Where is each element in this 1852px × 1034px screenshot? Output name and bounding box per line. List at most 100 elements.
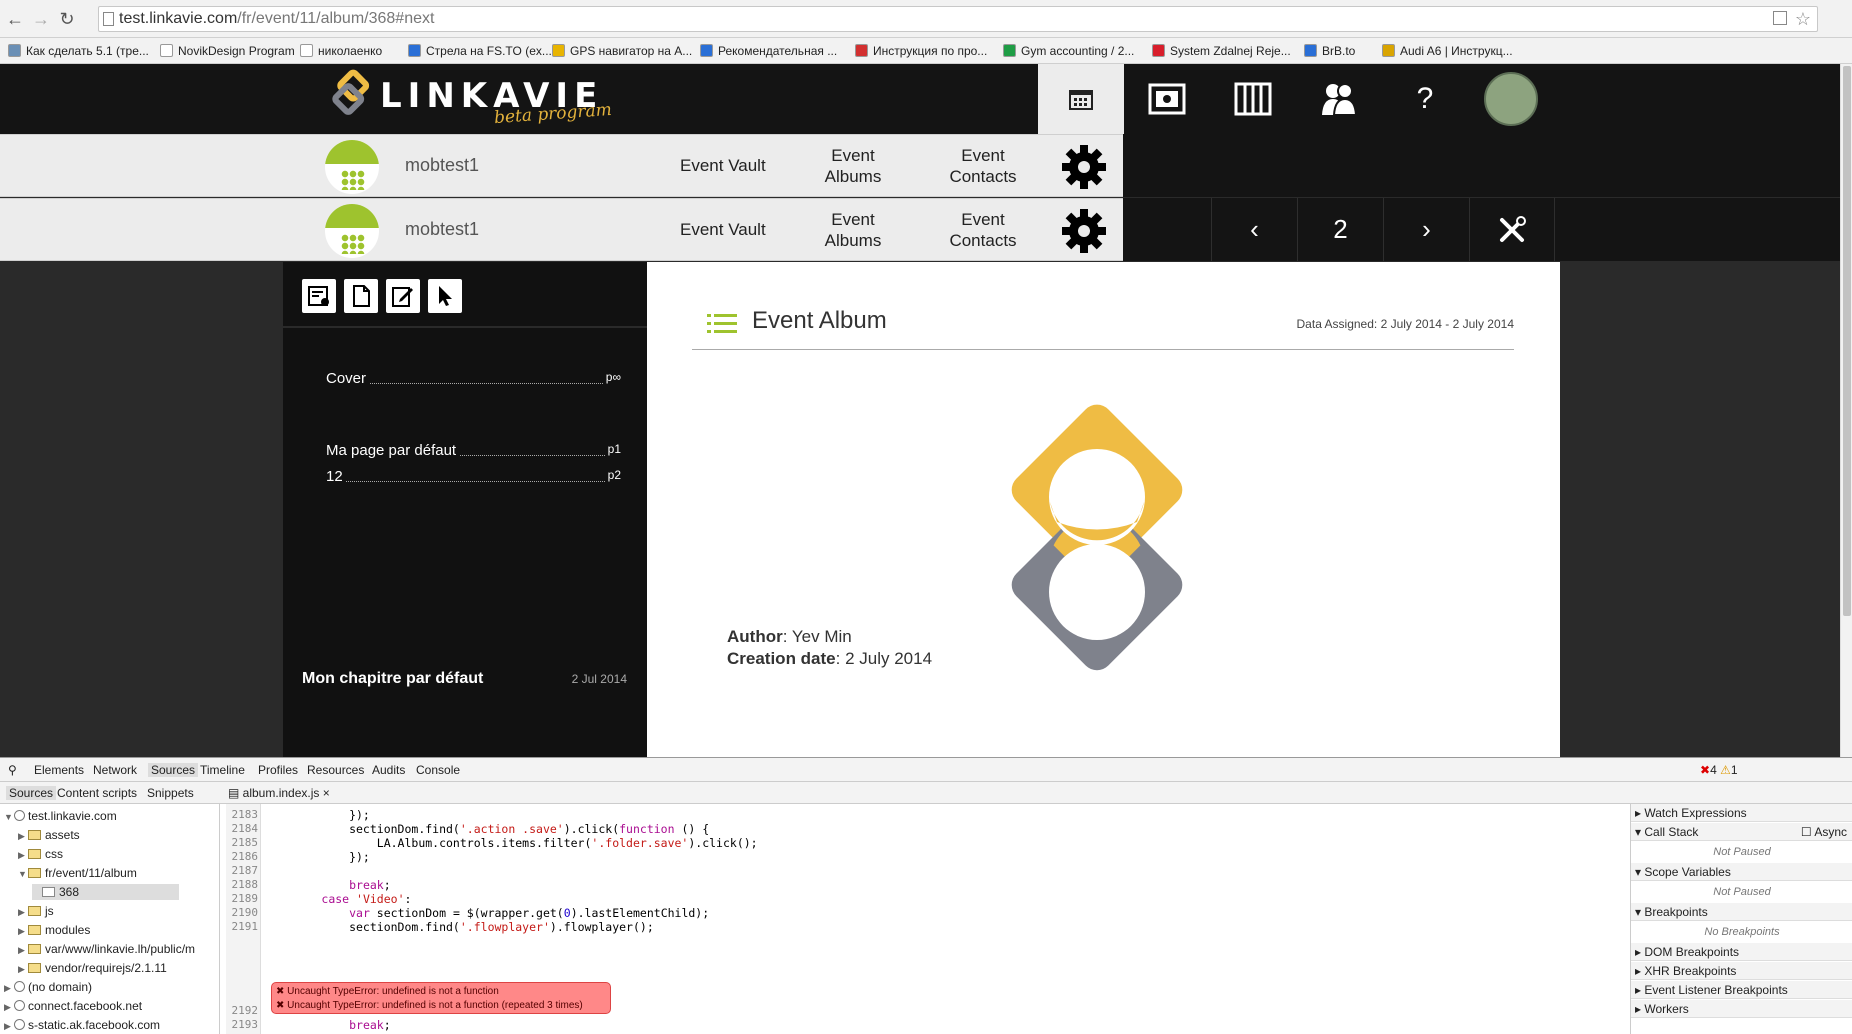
event-avatar-2[interactable] bbox=[325, 204, 379, 258]
source-tree-item[interactable]: ▶ js bbox=[18, 903, 54, 919]
call-stack-section[interactable]: ▾ Call Stack ☐ Async bbox=[1631, 823, 1852, 841]
scope-variables-section[interactable]: ▾ Scope Variables bbox=[1631, 863, 1852, 881]
line-number[interactable]: 2192 bbox=[228, 1004, 259, 1017]
line-number[interactable]: 2191 bbox=[228, 920, 259, 933]
url-field[interactable]: test.linkavie.com/fr/event/11/album/368#… bbox=[98, 6, 1818, 32]
expand-arrow-icon[interactable]: ▼ bbox=[18, 866, 28, 882]
settings-gear-icon[interactable] bbox=[1060, 143, 1108, 191]
expand-arrow-icon[interactable]: ▶ bbox=[18, 961, 28, 977]
line-number[interactable]: 2185 bbox=[228, 836, 259, 849]
expand-arrow-icon[interactable]: ▶ bbox=[4, 1018, 14, 1034]
expand-arrow-icon[interactable]: ▶ bbox=[4, 980, 14, 996]
help-icon[interactable]: ? bbox=[1382, 64, 1468, 134]
sources-subtab[interactable]: Snippets bbox=[147, 786, 194, 800]
bookmark-item[interactable]: System Zdalnej Reje... bbox=[1152, 43, 1291, 59]
source-tree-item[interactable]: ▶ assets bbox=[18, 827, 80, 843]
bookmark-item[interactable]: BrB.to bbox=[1304, 43, 1355, 59]
scrollbar-thumb[interactable] bbox=[1843, 66, 1851, 616]
toc-chapter-title[interactable]: Mon chapitre par défaut bbox=[302, 670, 483, 688]
source-tree-item[interactable]: ▶ css bbox=[18, 846, 63, 862]
prev-page-button[interactable]: ‹ bbox=[1211, 198, 1297, 261]
album-grid-icon[interactable] bbox=[1210, 64, 1296, 134]
source-tree-item[interactable]: ▶ modules bbox=[18, 922, 90, 938]
devtools-tab-console[interactable]: Console bbox=[416, 763, 460, 777]
line-number[interactable]: 2188 bbox=[228, 878, 259, 891]
event-vault-link[interactable]: Event Vault bbox=[680, 155, 766, 176]
devtools-tab-network[interactable]: Network bbox=[93, 763, 137, 777]
source-tree-item[interactable]: ▼ fr/event/11/album bbox=[18, 865, 137, 881]
dom-breakpoints-section[interactable]: ▸ DOM Breakpoints bbox=[1631, 943, 1852, 961]
bookmark-item[interactable]: Как сделать 5.1 (тре... bbox=[8, 43, 149, 59]
source-tree-item[interactable]: ▶ connect.facebook.net bbox=[4, 998, 142, 1014]
bookmark-item[interactable]: Инструкция по про... bbox=[855, 43, 987, 59]
bookmark-item[interactable]: Рекомендательная ... bbox=[700, 43, 837, 59]
back-arrow-icon[interactable]: ← bbox=[4, 8, 26, 30]
calendar-icon[interactable] bbox=[1038, 64, 1124, 134]
settings-gear-icon-2[interactable] bbox=[1060, 207, 1108, 255]
sources-subtab[interactable]: Content scripts bbox=[57, 786, 137, 800]
expand-arrow-icon[interactable]: ▶ bbox=[4, 999, 14, 1015]
extension-icon[interactable] bbox=[1773, 11, 1787, 25]
source-file-tab[interactable]: ▤ album.index.js × bbox=[228, 786, 330, 800]
devtools-tab-resources[interactable]: Resources bbox=[307, 763, 364, 777]
event-contacts-link[interactable]: Event Contacts bbox=[930, 145, 1036, 187]
bookmark-item[interactable]: GPS навигатор на А... bbox=[552, 43, 692, 59]
toc-cover[interactable]: Cover p∞ bbox=[326, 370, 621, 390]
reload-icon[interactable]: ↻ bbox=[56, 8, 78, 30]
event-albums-link[interactable]: Event Albums bbox=[800, 145, 906, 187]
workers-section[interactable]: ▸ Workers bbox=[1631, 1000, 1852, 1018]
line-number[interactable]: 2184 bbox=[228, 822, 259, 835]
toc-item[interactable]: 12 p2 bbox=[326, 468, 621, 488]
bookmark-item[interactable]: Стрела на FS.TO (ex... bbox=[408, 43, 552, 59]
devtools-tab-audits[interactable]: Audits bbox=[372, 763, 405, 777]
event-contacts-link-2[interactable]: Event Contacts bbox=[930, 209, 1036, 251]
line-number[interactable]: 2187 bbox=[228, 864, 259, 877]
forward-arrow-icon[interactable]: → bbox=[30, 8, 52, 30]
bookmark-item[interactable]: NovikDesign Program bbox=[160, 43, 295, 59]
devtools-tab-sources[interactable]: Sources bbox=[148, 763, 199, 777]
page-settings-tool-icon[interactable] bbox=[302, 279, 336, 313]
error-warning-counter[interactable]: ✖4 ⚠1 bbox=[1700, 763, 1738, 777]
tools-wrench-icon[interactable] bbox=[1469, 198, 1555, 261]
expand-arrow-icon[interactable]: ▶ bbox=[18, 904, 28, 920]
source-tree-item[interactable]: ▶ var/www/linkavie.lh/public/m bbox=[18, 941, 195, 957]
line-number[interactable]: 2190 bbox=[228, 906, 259, 919]
xhr-breakpoints-section[interactable]: ▸ XHR Breakpoints bbox=[1631, 962, 1852, 980]
line-number[interactable]: 2183 bbox=[228, 808, 259, 821]
search-icon[interactable]: ⚲ bbox=[8, 763, 17, 777]
breakpoints-section[interactable]: ▾ Breakpoints bbox=[1631, 903, 1852, 921]
devtools-tab-elements[interactable]: Elements bbox=[34, 763, 84, 777]
pointer-tool-icon[interactable] bbox=[428, 279, 462, 313]
bookmark-star-icon[interactable]: ☆ bbox=[1795, 7, 1811, 31]
sources-subtab[interactable]: Sources bbox=[6, 786, 57, 800]
code-editor[interactable]: 2183 2184 2185 2186 2187 2188 2189 2190 2191 2192… bbox=[226, 804, 1628, 1034]
expand-arrow-icon[interactable]: ▶ bbox=[18, 828, 28, 844]
source-tree-item[interactable]: ▶ vendor/requirejs/2.1.11 bbox=[18, 960, 167, 976]
user-avatar[interactable] bbox=[1468, 64, 1554, 134]
devtools-tab-timeline[interactable]: Timeline bbox=[200, 763, 245, 777]
line-number[interactable]: 2189 bbox=[228, 892, 259, 905]
bookmark-item[interactable]: Audi A6 | Инструкц... bbox=[1382, 43, 1513, 59]
toc-item[interactable]: Ma page par défaut p1 bbox=[326, 442, 621, 462]
source-tree-item[interactable]: ▼ test.linkavie.com bbox=[4, 808, 117, 824]
source-tree-item[interactable]: ▶ s-static.ak.facebook.com bbox=[4, 1017, 160, 1033]
edit-tool-icon[interactable] bbox=[386, 279, 420, 313]
page-scrollbar[interactable] bbox=[1840, 64, 1852, 757]
line-number[interactable]: 2186 bbox=[228, 850, 259, 863]
expand-arrow-icon[interactable]: ▶ bbox=[18, 847, 28, 863]
source-tree-item[interactable]: 368 bbox=[32, 884, 180, 900]
bookmark-item[interactable]: николаенко bbox=[300, 43, 382, 59]
listener-breakpoints-section[interactable]: ▸ Event Listener Breakpoints bbox=[1631, 981, 1852, 999]
photo-vault-icon[interactable] bbox=[1124, 64, 1210, 134]
new-page-tool-icon[interactable] bbox=[344, 279, 378, 313]
devtools-tab-profiles[interactable]: Profiles bbox=[258, 763, 298, 777]
watch-expressions-section[interactable]: ▸ Watch Expressions bbox=[1631, 804, 1852, 822]
next-page-button[interactable]: › bbox=[1383, 198, 1469, 261]
expand-arrow-icon[interactable]: ▶ bbox=[18, 942, 28, 958]
line-number[interactable]: 2193 bbox=[228, 1018, 259, 1031]
event-avatar[interactable] bbox=[325, 140, 379, 194]
event-albums-link-2[interactable]: Event Albums bbox=[800, 209, 906, 251]
expand-arrow-icon[interactable]: ▼ bbox=[4, 809, 14, 825]
contacts-icon[interactable] bbox=[1296, 64, 1382, 134]
async-checkbox[interactable]: ☐ Async bbox=[1801, 823, 1847, 841]
